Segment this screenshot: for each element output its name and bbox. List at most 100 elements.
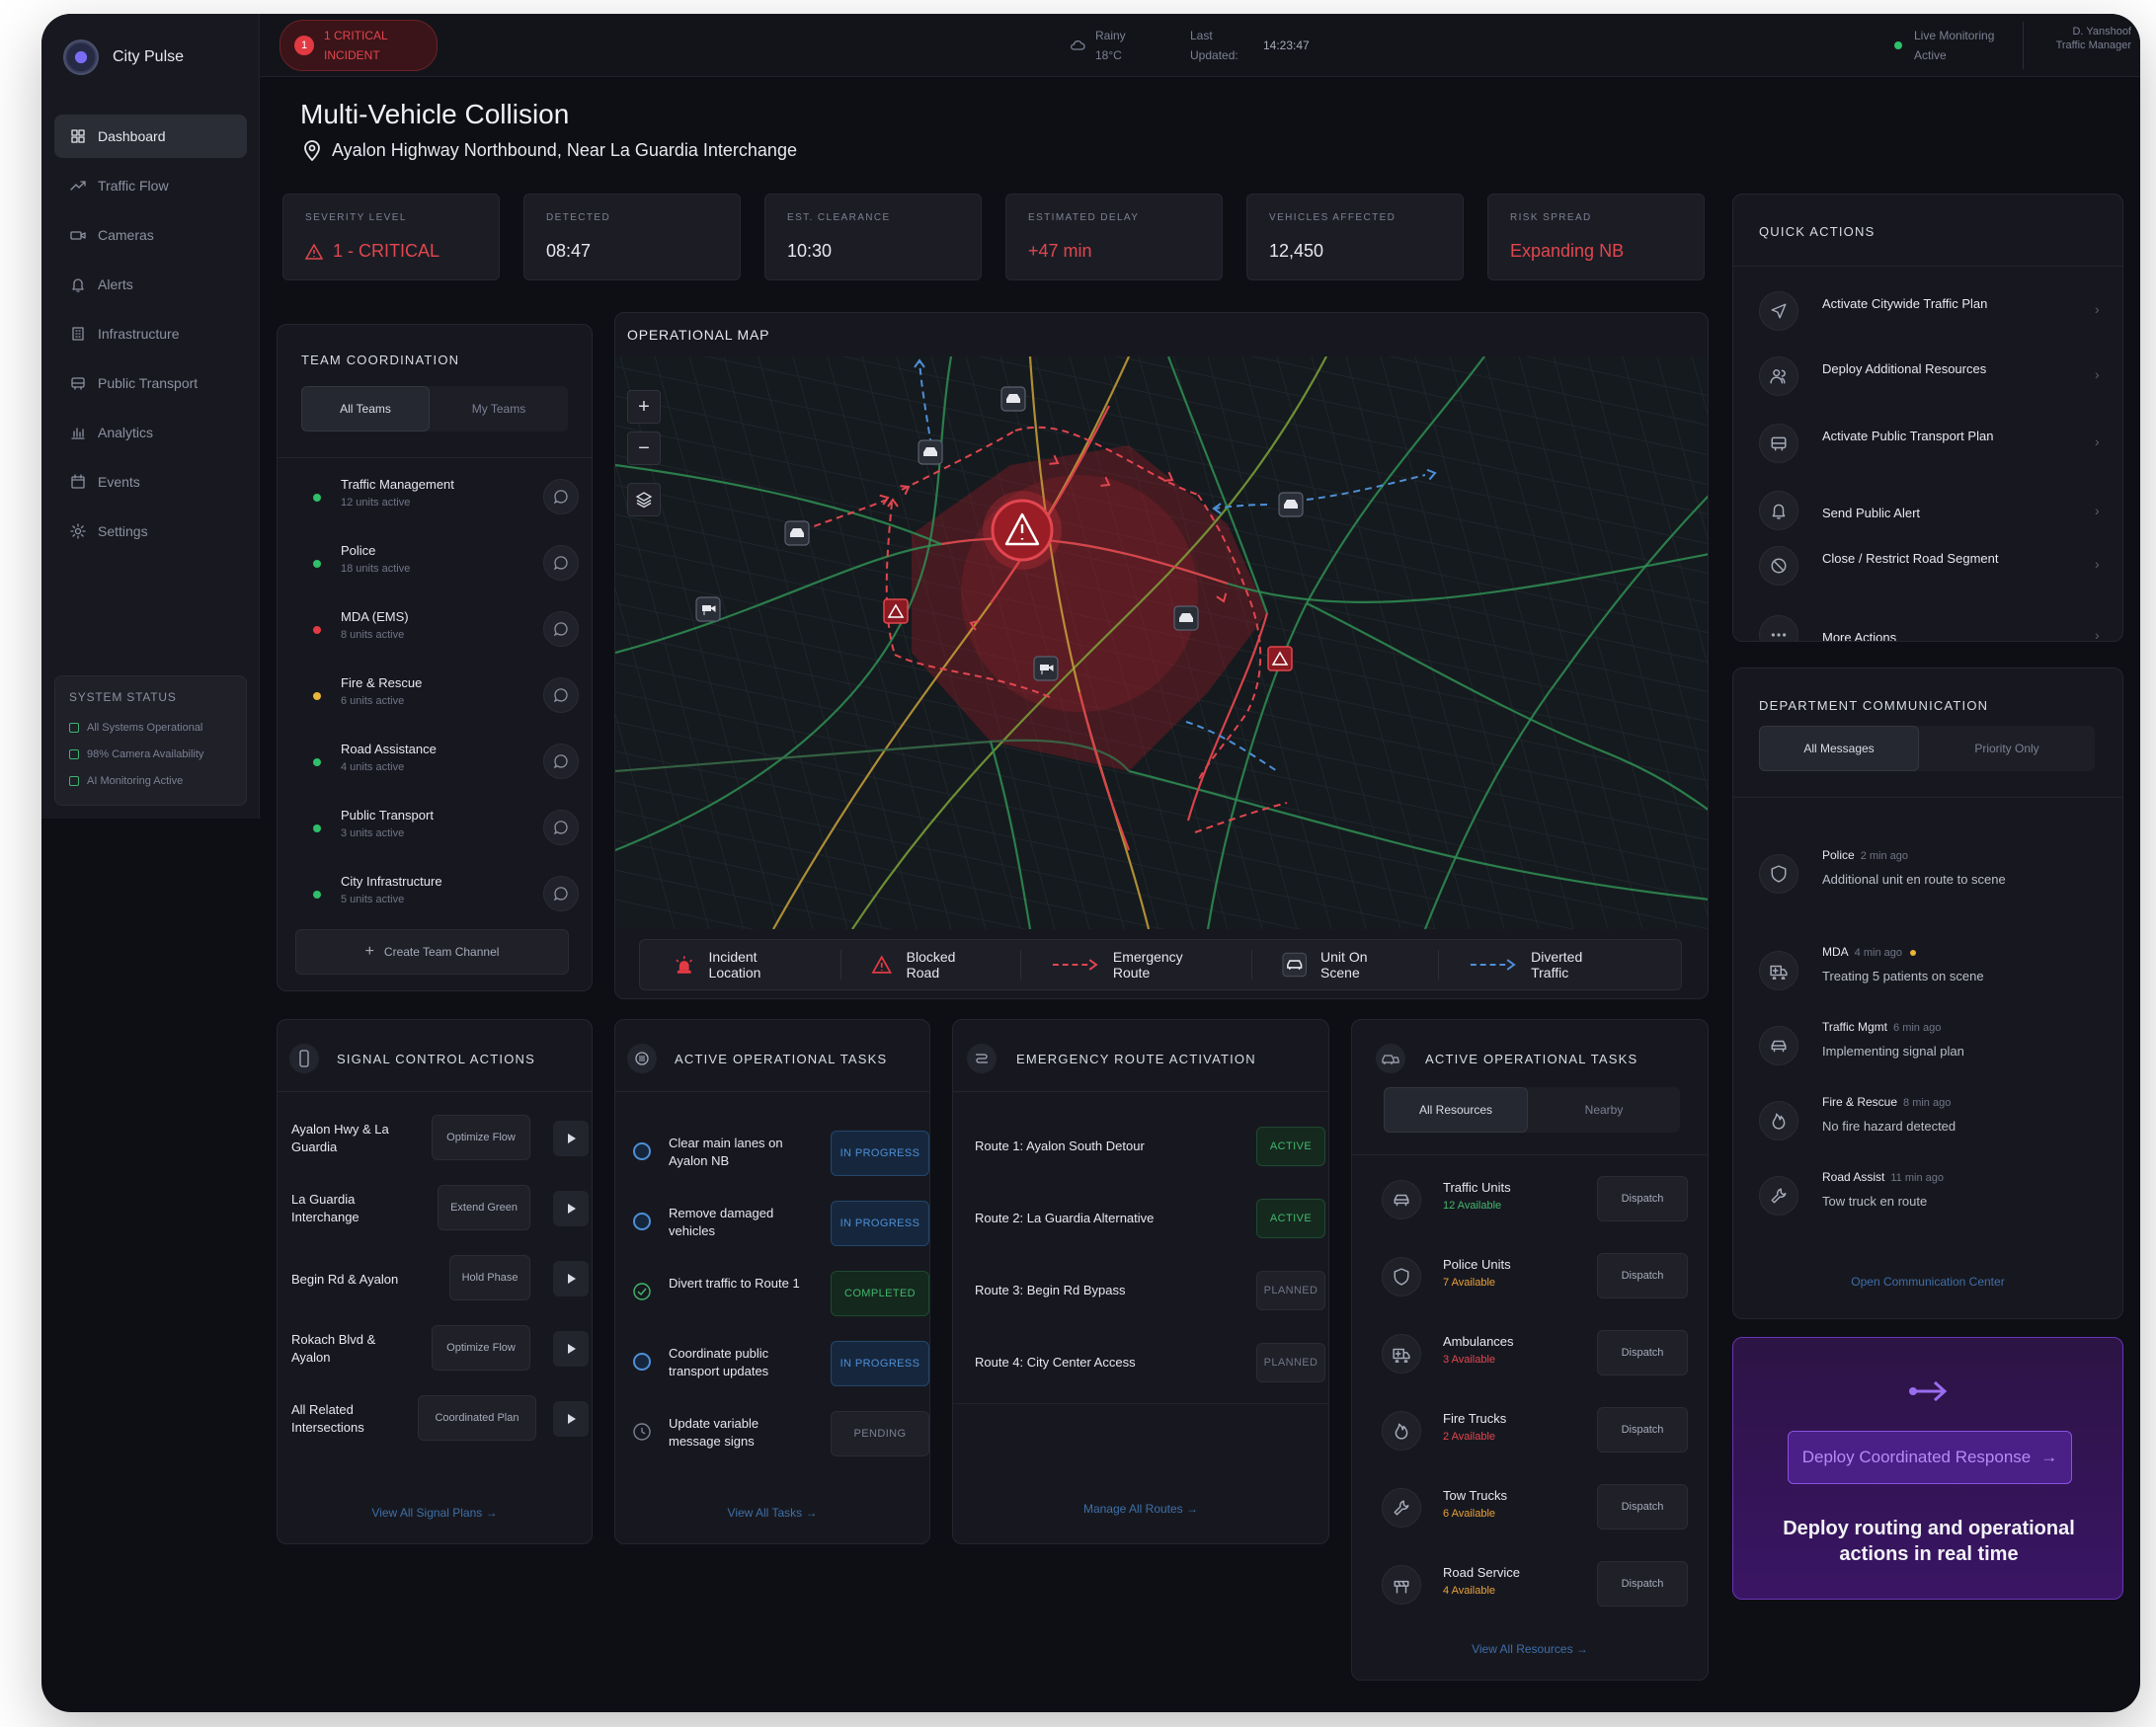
message-item[interactable]: Fire & Rescue 8 min ago No fire hazard det… <box>1759 1095 2095 1164</box>
sidebar-item-infrastructure[interactable]: Infrastructure <box>54 312 247 355</box>
message-item[interactable]: Road Assist 11 min ago Tow truck en route <box>1759 1170 2095 1239</box>
team-chat-button[interactable] <box>543 479 579 514</box>
manage-all-routes-link[interactable]: Manage All Routes → <box>953 1502 1328 1516</box>
signal-action-button[interactable]: Extend Green <box>438 1185 530 1230</box>
open-communication-center-link[interactable]: Open Communication Center <box>1733 1275 2122 1289</box>
route-row[interactable]: Route 2: La Guardia Alternative ACTIVE <box>975 1191 1325 1250</box>
team-row[interactable]: MDA (EMS) 8 units active <box>301 599 579 655</box>
quick-action-activate-citywide-traffic-plan[interactable]: Activate Citywide Traffic Plan › <box>1759 277 2100 341</box>
team-row[interactable]: Road Assistance 4 units active <box>301 732 579 787</box>
task-row[interactable]: Divert traffic to Route 1 COMPLETED <box>633 1261 929 1330</box>
team-row[interactable]: Traffic Management 12 units active <box>301 467 579 522</box>
team-chat-button[interactable] <box>543 876 579 911</box>
blocked-road-marker[interactable] <box>1267 646 1293 671</box>
view-all-signal-plans-link[interactable]: View All Signal Plans → <box>278 1506 592 1520</box>
play-button[interactable] <box>553 1121 589 1156</box>
sidebar-item-traffic-flow[interactable]: Traffic Flow <box>54 164 247 207</box>
play-button[interactable] <box>553 1331 589 1367</box>
unit-on-scene-marker[interactable] <box>784 520 810 546</box>
dispatch-button[interactable]: Dispatch <box>1597 1407 1688 1452</box>
dispatch-button[interactable]: Dispatch <box>1597 1484 1688 1530</box>
dispatch-button[interactable]: Dispatch <box>1597 1561 1688 1607</box>
play-button[interactable] <box>553 1261 589 1296</box>
task-row[interactable]: Update variable message signs PENDING <box>633 1401 929 1470</box>
brand[interactable]: City Pulse <box>63 39 184 75</box>
incident-marker[interactable] <box>983 491 1062 570</box>
sidebar-item-dashboard[interactable]: Dashboard <box>54 115 247 158</box>
team-chat-button[interactable] <box>543 744 579 779</box>
camera-marker[interactable] <box>1033 656 1059 681</box>
task-row[interactable]: Coordinate public transport updates IN PR… <box>633 1331 929 1400</box>
blocked-road-marker[interactable] <box>883 598 909 624</box>
dispatch-button[interactable]: Dispatch <box>1597 1176 1688 1221</box>
dispatch-button[interactable]: Dispatch <box>1597 1253 1688 1298</box>
sidebar-item-analytics[interactable]: Analytics <box>54 411 247 454</box>
team-row[interactable]: City Infrastructure 5 units active <box>301 864 579 919</box>
task-row[interactable]: Clear main lanes on Ayalon NB IN PROGRESS <box>633 1121 929 1190</box>
task-row[interactable]: Remove damaged vehicles IN PROGRESS <box>633 1191 929 1260</box>
signal-action-button[interactable]: Coordinated Plan <box>418 1395 536 1441</box>
view-all-tasks-link[interactable]: View All Tasks → <box>615 1506 929 1520</box>
sidebar-item-cameras[interactable]: Cameras <box>54 213 247 257</box>
message-item[interactable]: MDA 4 min ago Treating 5 patients on scene <box>1759 945 2095 1014</box>
team-row[interactable]: Public Transport 3 units active <box>301 798 579 853</box>
critical-count: 1 <box>294 36 314 55</box>
camera-icon <box>70 231 86 240</box>
unit-on-scene-marker[interactable] <box>1000 386 1026 412</box>
sidebar-item-events[interactable]: Events <box>54 460 247 504</box>
team-chat-button[interactable] <box>543 611 579 647</box>
signal-action-button[interactable]: Optimize Flow <box>432 1325 530 1371</box>
route-row[interactable]: Route 3: Begin Rd Bypass PLANNED <box>975 1263 1325 1322</box>
signal-action-button[interactable]: Optimize Flow <box>432 1115 530 1160</box>
play-button[interactable] <box>553 1401 589 1437</box>
task-status-icon[interactable] <box>633 1353 651 1371</box>
play-button[interactable] <box>553 1191 589 1226</box>
layers-button[interactable] <box>627 483 661 516</box>
team-chat-button[interactable] <box>543 677 579 713</box>
sidebar-item-settings[interactable]: Settings <box>54 510 247 553</box>
message-item[interactable]: Traffic Mgmt 6 min ago Implementing signal… <box>1759 1020 2095 1089</box>
signal-row: Rokach Blvd & Ayalon Optimize Flow <box>291 1321 589 1380</box>
tab-all-resources[interactable]: All Resources <box>1384 1087 1528 1133</box>
task-status-icon[interactable] <box>633 1423 651 1441</box>
user-menu[interactable]: D. YanshoofTraffic Manager JM <box>2052 22 2140 55</box>
unit-on-scene-marker[interactable] <box>1278 492 1304 517</box>
quick-action-close-restrict-road-segment[interactable]: Close / Restrict Road Segment › <box>1759 532 2100 595</box>
team-chat-button[interactable] <box>543 545 579 581</box>
team-row[interactable]: Fire & Rescue 6 units active <box>301 666 579 721</box>
operational-map[interactable] <box>615 356 1709 929</box>
quick-action-activate-public-transport-plan[interactable]: Activate Public Transport Plan › <box>1759 410 2100 473</box>
view-all-resources-link[interactable]: View All Resources → <box>1352 1642 1708 1656</box>
quick-action-deploy-additional-resources[interactable]: Deploy Additional Resources › <box>1759 343 2100 406</box>
zoom-in-button[interactable]: + <box>627 390 661 424</box>
route-row[interactable]: Route 1: Ayalon South Detour ACTIVE <box>975 1119 1325 1178</box>
tab-all-messages[interactable]: All Messages <box>1759 726 1919 771</box>
camera-marker[interactable] <box>695 596 721 622</box>
sidebar-item-public-transport[interactable]: Public Transport <box>54 361 247 405</box>
quick-action-more-actions[interactable]: More Actions › <box>1759 601 2100 641</box>
unit-on-scene-marker[interactable] <box>918 439 943 465</box>
signal-action-button[interactable]: Hold Phase <box>449 1255 530 1300</box>
dispatch-button[interactable]: Dispatch <box>1597 1330 1688 1375</box>
unit-on-scene-marker[interactable] <box>1173 605 1199 631</box>
message-item[interactable]: Police 2 min ago Additional unit en route … <box>1759 848 2095 917</box>
create-team-channel-button[interactable]: + Create Team Channel <box>295 929 569 975</box>
tab-all-teams[interactable]: All Teams <box>301 386 430 432</box>
updated-label: Last Updated: <box>1190 29 1238 62</box>
active-tasks-panel: ACTIVE OPERATIONAL TASKS Clear main lane… <box>614 1019 930 1544</box>
team-row[interactable]: Police 18 units active <box>301 533 579 589</box>
sidebar-item-alerts[interactable]: Alerts <box>54 263 247 306</box>
task-status-icon[interactable] <box>633 1283 651 1300</box>
zoom-out-button[interactable]: − <box>627 432 661 465</box>
tab-my-teams[interactable]: My Teams <box>430 386 568 432</box>
route-label: Route 3: Begin Rd Bypass <box>975 1283 1126 1297</box>
team-chat-button[interactable] <box>543 810 579 845</box>
deploy-coordinated-response-button[interactable]: Deploy Coordinated Response → <box>1788 1431 2072 1484</box>
critical-incident-badge[interactable]: 1 1 CRITICAL INCIDENT <box>279 20 438 71</box>
task-status-icon[interactable] <box>633 1213 651 1230</box>
quick-action-send-public-alert[interactable]: Send Public Alert › <box>1759 477 2100 540</box>
task-status-icon[interactable] <box>633 1142 651 1160</box>
tab-priority-only[interactable]: Priority Only <box>1919 726 2095 771</box>
route-row[interactable]: Route 4: City Center Access PLANNED <box>975 1335 1325 1394</box>
tab-nearby[interactable]: Nearby <box>1528 1087 1680 1133</box>
